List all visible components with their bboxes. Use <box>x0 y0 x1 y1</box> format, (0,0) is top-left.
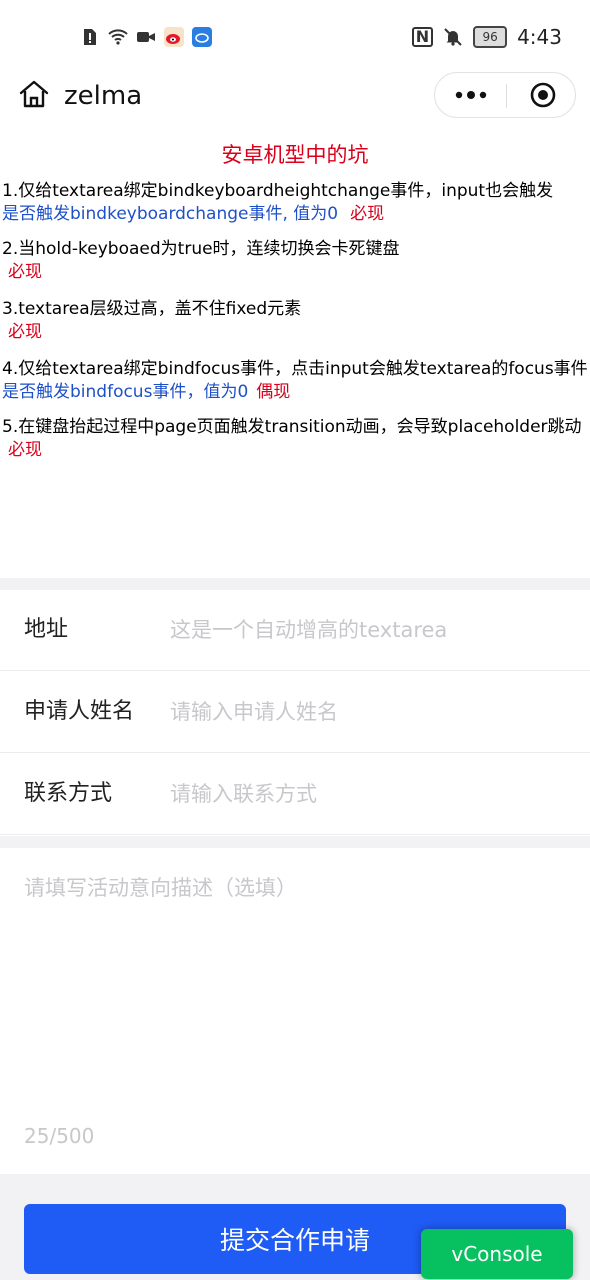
contact-input[interactable] <box>170 776 570 812</box>
status-right: N 96 4:43 <box>411 24 562 50</box>
page-title: zelma <box>64 81 143 111</box>
note-status: 必现 <box>8 440 42 460</box>
notes-section: 安卓机型中的坑 1.仅给textarea绑定bindkeyboardheight… <box>0 140 590 476</box>
note-item-5: 5.在键盘抬起过程中page页面触发transition动画，会导致placeh… <box>2 417 582 437</box>
contact-row: 联系方式 <box>0 754 590 835</box>
bell-muted-icon <box>444 28 462 46</box>
note-status: 偶现 <box>256 382 291 402</box>
nfc-icon: N <box>411 27 434 47</box>
note-item-4-detail: 是否触发bindfocus事件，值为0 偶现 <box>0 381 590 404</box>
note-item-1-detail: 是否触发bindkeyboardchange事件, 值为0 必现 <box>0 203 590 226</box>
nav-bar: zelma <box>0 72 590 120</box>
address-label: 地址 <box>24 617 69 642</box>
note-detail-text: 是否触发bindkeyboardchange事件, 值为0 <box>2 204 339 224</box>
alert-sim-icon <box>84 29 96 45</box>
address-row: 地址 <box>0 590 590 671</box>
note-item-1: 1.仅给textarea绑定bindkeyboardheightchange事件… <box>2 181 554 201</box>
applicant-name-label: 申请人姓名 <box>24 699 135 724</box>
status-time: 4:43 <box>517 25 562 49</box>
note-status: 必现 <box>8 322 42 342</box>
char-counter: 25/500 <box>24 1124 95 1148</box>
section-divider <box>0 578 590 590</box>
vconsole-button[interactable]: vConsole <box>421 1229 573 1279</box>
note-item-3: 3.textarea层级过高，盖不住fixed元素 <box>2 299 302 319</box>
battery-indicator: 96 <box>473 26 508 48</box>
note-item-4: 4.仅给textarea绑定bindfocus事件，点击input会触发text… <box>2 359 588 379</box>
wifi-icon <box>108 29 128 45</box>
note-detail-text: 是否触发bindfocus事件，值为0 <box>2 382 249 402</box>
mini-program-capsule <box>434 72 576 118</box>
contact-label: 联系方式 <box>24 781 113 806</box>
note-status: 必现 <box>350 204 385 224</box>
status-bar: N 96 4:43 <box>0 0 590 72</box>
note-item-2: 2.当hold-keyboaed为true时，连续切换会卡死键盘 <box>2 239 400 259</box>
status-left-icons <box>80 24 212 50</box>
video-icon <box>137 32 155 42</box>
weibo-icon <box>164 27 184 47</box>
note-status: 必现 <box>8 262 42 282</box>
capsule-divider <box>506 84 507 108</box>
description-box: 25/500 <box>0 848 590 1174</box>
more-icon[interactable] <box>453 87 489 103</box>
section-divider <box>0 836 590 848</box>
address-textarea[interactable] <box>170 612 570 648</box>
applicant-name-row: 申请人姓名 <box>0 672 590 753</box>
applicant-name-input[interactable] <box>170 694 570 730</box>
home-icon[interactable] <box>18 78 50 110</box>
notes-title: 安卓机型中的坑 <box>221 143 369 167</box>
close-miniprogram-icon[interactable] <box>529 81 557 109</box>
description-textarea[interactable] <box>24 872 564 1102</box>
app-icon <box>192 27 212 47</box>
